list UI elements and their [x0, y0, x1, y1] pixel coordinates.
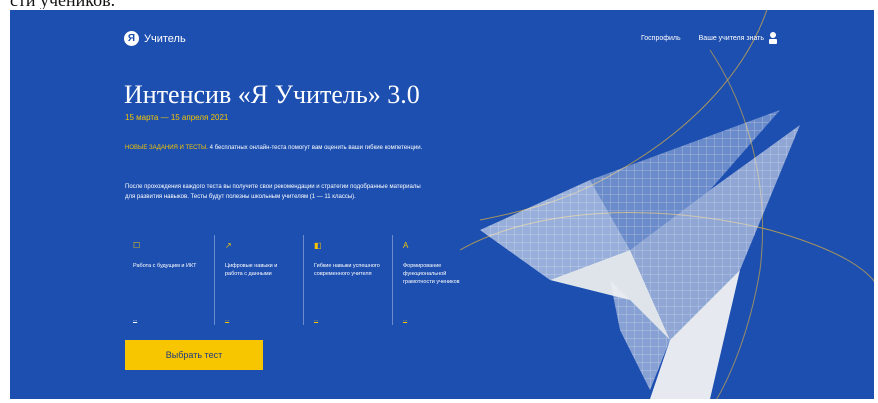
origami-dove-illustration	[480, 110, 800, 399]
card-text: Работа с будущим и ИКТ	[133, 263, 197, 269]
landing-page: Я Учитель Госпрофиль Ваше учителя знать …	[10, 10, 874, 399]
page-title: Интенсив «Я Учитель» 3.0	[124, 80, 420, 109]
competency-card[interactable]: ☐ Работа с будущим и ИКТ ...	[125, 235, 214, 325]
competency-card[interactable]: A Формирование функциональной грамотност…	[392, 235, 481, 325]
card-icon: ☐	[133, 241, 141, 250]
competency-cards: ☐ Работа с будущим и ИКТ ... ↗ Цифровые …	[125, 235, 481, 325]
card-text: Цифровые навыки и работа с данными	[225, 263, 278, 277]
cropped-caption: сти учеников.	[0, 0, 878, 9]
card-icon: A	[403, 241, 409, 250]
card-text: Гибкие навыки успешного современного учи…	[314, 263, 380, 277]
user-icon[interactable]	[768, 31, 778, 45]
top-navigation: Госпрофиль Ваше учителя знать	[641, 35, 764, 42]
logo-mark-icon: Я	[124, 31, 139, 46]
card-link[interactable]: ...	[403, 317, 407, 323]
competency-card[interactable]: ↗ Цифровые навыки и работа с данными ...	[214, 235, 303, 325]
card-link[interactable]: ...	[225, 317, 229, 323]
nav-link-1[interactable]: Госпрофиль	[641, 35, 681, 42]
nav-link-2[interactable]: Ваше учителя знать	[699, 35, 764, 42]
logo[interactable]: Я Учитель	[124, 31, 186, 46]
card-icon: ◧	[314, 241, 322, 250]
event-dates: 15 марта — 15 апреля 2021	[125, 113, 229, 122]
intro-paragraph: НОВЫЕ ЗАДАНИЯ И ТЕСТЫ. 4 бесплатных онла…	[125, 143, 460, 153]
card-link[interactable]: ...	[133, 317, 137, 323]
description-paragraph: После прохождения каждого теста вы получ…	[125, 184, 421, 200]
competency-card[interactable]: ◧ Гибкие навыки успешного современного у…	[303, 235, 392, 325]
intro-highlight: НОВЫЕ ЗАДАНИЯ И ТЕСТЫ.	[125, 145, 208, 151]
card-text: Формирование функциональной грамотности …	[403, 263, 460, 285]
card-link[interactable]: ...	[314, 317, 318, 323]
intro-text: 4 бесплатных онлайн-теста помогут вам оц…	[209, 145, 423, 151]
logo-text: Учитель	[144, 32, 186, 45]
choose-test-button[interactable]: Выбрать тест	[125, 340, 263, 370]
card-icon: ↗	[225, 241, 232, 250]
